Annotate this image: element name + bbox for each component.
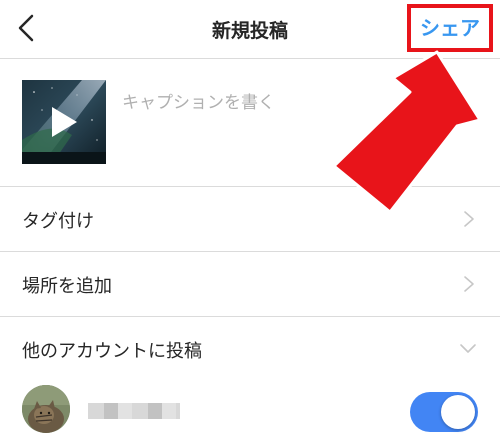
account-row	[0, 382, 500, 444]
chevron-down-icon	[460, 344, 476, 353]
account-name-pixelated	[88, 403, 180, 419]
caption-input[interactable]	[122, 89, 322, 117]
play-icon	[52, 107, 77, 137]
share-button[interactable]: シェア	[407, 4, 493, 52]
caption-section	[0, 59, 500, 187]
toggle-knob	[441, 395, 475, 429]
chevron-right-icon	[464, 276, 474, 292]
post-to-other-accounts-label: 他のアカウントに投稿	[22, 341, 202, 362]
add-location-label: 場所を追加	[22, 276, 112, 297]
share-to-account-toggle[interactable]	[410, 392, 478, 432]
tag-people-label: タグ付け	[22, 211, 94, 232]
video-thumbnail[interactable]	[22, 80, 106, 164]
post-to-other-accounts-row[interactable]: 他のアカウントに投稿	[0, 317, 500, 381]
tag-people-row[interactable]: タグ付け	[0, 187, 500, 252]
add-location-row[interactable]: 場所を追加	[0, 252, 500, 317]
cat-avatar-image	[22, 385, 70, 433]
header-bar: 新規投稿 シェア	[0, 0, 500, 59]
avatar	[22, 385, 70, 433]
chevron-right-icon	[464, 211, 474, 227]
